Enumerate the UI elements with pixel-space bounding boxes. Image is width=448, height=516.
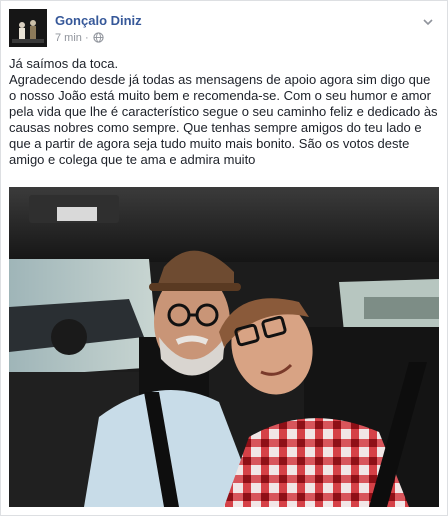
meta-separator: ·	[84, 32, 89, 44]
facebook-post: Gonçalo Diniz 7 min · Já saímos da toca.…	[0, 0, 448, 516]
post-text: Já saímos da toca. Agradecendo desde já …	[9, 56, 441, 168]
author-name-link[interactable]: Gonçalo Diniz	[55, 13, 142, 28]
post-text-line: Agradecendo desde já todas as mensagens …	[9, 72, 438, 167]
post-photo[interactable]	[9, 187, 439, 507]
globe-icon[interactable]	[93, 32, 104, 46]
post-header: Gonçalo Diniz 7 min ·	[9, 9, 433, 51]
post-meta: 7 min ·	[55, 32, 104, 46]
author-avatar[interactable]	[9, 9, 47, 47]
post-text-line: Já saímos da toca.	[9, 56, 119, 71]
post-timestamp[interactable]: 7 min	[55, 32, 82, 44]
chevron-down-icon[interactable]	[421, 15, 435, 29]
